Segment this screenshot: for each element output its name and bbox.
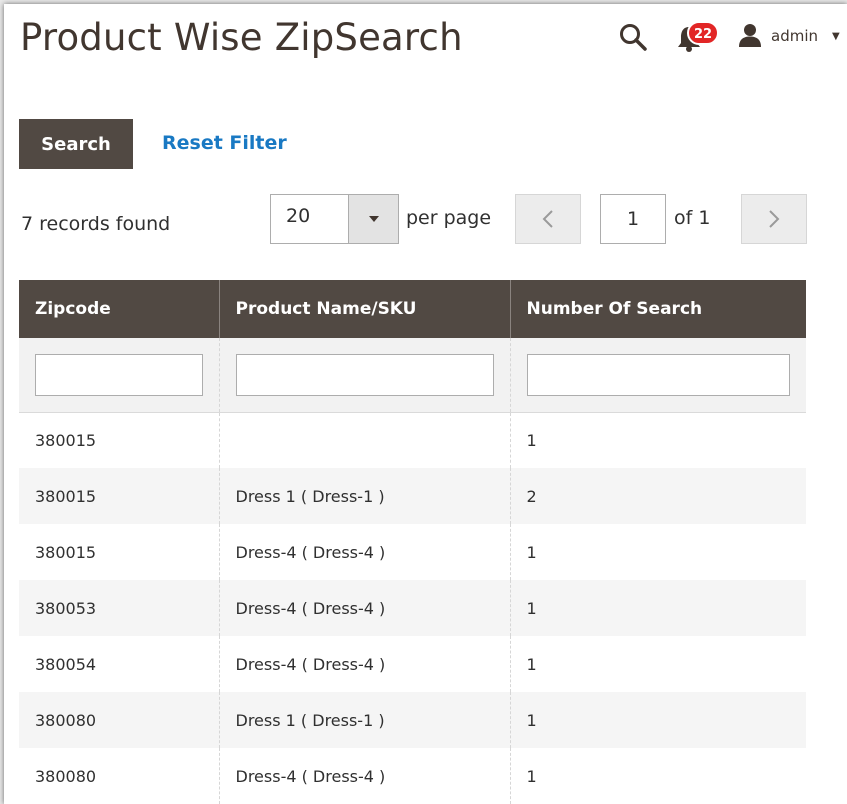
filter-cell-zipcode xyxy=(19,338,219,413)
search-count-cell: 1 xyxy=(509,412,806,468)
page-title: Product Wise ZipSearch xyxy=(20,16,463,59)
page-of-label: of 1 xyxy=(674,207,711,229)
table-row[interactable]: 380015 1 xyxy=(19,412,806,468)
product-cell: Dress-4 ( Dress-4 ) xyxy=(218,636,510,692)
product-cell: Dress-4 ( Dress-4 ) xyxy=(218,524,510,580)
search-count-cell: 1 xyxy=(509,524,806,580)
product-cell: Dress-4 ( Dress-4 ) xyxy=(218,580,510,636)
search-count-cell: 1 xyxy=(509,692,806,748)
chevron-down-icon[interactable]: ▼ xyxy=(832,31,840,42)
records-found: 7 records found xyxy=(21,213,171,235)
search-count-cell: 1 xyxy=(509,748,806,804)
per-page-toggle[interactable] xyxy=(348,195,398,243)
table-row[interactable]: 380054 Dress-4 ( Dress-4 ) 1 xyxy=(19,636,806,692)
notification-badge[interactable]: 22 xyxy=(687,21,720,45)
user-icon[interactable] xyxy=(739,23,761,47)
per-page-label: per page xyxy=(406,207,492,229)
caret-down-icon xyxy=(368,216,379,222)
next-page-button[interactable] xyxy=(741,194,807,244)
filter-cell-number-of-search xyxy=(509,338,806,413)
table-row[interactable]: 380080 Dress-4 ( Dress-4 ) 1 xyxy=(19,748,806,804)
zip-search-grid: Zipcode Product Name/SKU Number Of Searc… xyxy=(19,280,806,804)
search-button[interactable]: Search xyxy=(19,119,133,169)
zipcode-cell: 380053 xyxy=(19,580,219,636)
zipcode-cell: 380080 xyxy=(19,748,219,804)
table-row[interactable]: 380015 Dress 1 ( Dress-1 ) 2 xyxy=(19,468,806,524)
product-cell: Dress 1 ( Dress-1 ) xyxy=(218,468,510,524)
product-cell: Dress-4 ( Dress-4 ) xyxy=(218,748,510,804)
per-page-select[interactable]: 20 xyxy=(270,194,399,244)
search-icon[interactable] xyxy=(618,22,648,52)
zipcode-cell: 380015 xyxy=(19,524,219,580)
column-header-number-of-search[interactable]: Number Of Search xyxy=(509,280,806,338)
chevron-left-icon xyxy=(542,210,553,228)
chevron-right-icon xyxy=(769,210,780,228)
search-count-cell: 2 xyxy=(509,468,806,524)
table-row[interactable]: 380015 Dress-4 ( Dress-4 ) 1 xyxy=(19,524,806,580)
zipcode-cell: 380054 xyxy=(19,636,219,692)
search-count-cell: 1 xyxy=(509,636,806,692)
page-number-input[interactable] xyxy=(600,194,666,244)
filter-cell-product xyxy=(218,338,510,413)
admin-panel: Product Wise ZipSearch 22 admin ▼ Search… xyxy=(4,4,847,804)
admin-user-menu[interactable]: admin xyxy=(771,27,818,45)
zipcode-cell: 380080 xyxy=(19,692,219,748)
number-of-search-filter-input[interactable] xyxy=(526,353,790,396)
product-filter-input[interactable] xyxy=(235,353,494,396)
previous-page-button[interactable] xyxy=(515,194,581,244)
product-cell: Dress 1 ( Dress-1 ) xyxy=(218,692,510,748)
per-page-value: 20 xyxy=(286,205,311,227)
table-row[interactable]: 380053 Dress-4 ( Dress-4 ) 1 xyxy=(19,580,806,636)
filter-row xyxy=(19,338,806,413)
table-row[interactable]: 380080 Dress 1 ( Dress-1 ) 1 xyxy=(19,692,806,748)
zipcode-filter-input[interactable] xyxy=(35,353,203,396)
reset-filter-link[interactable]: Reset Filter xyxy=(162,132,287,154)
grid-header-row: Zipcode Product Name/SKU Number Of Searc… xyxy=(19,280,806,338)
column-header-zipcode[interactable]: Zipcode xyxy=(19,280,219,338)
search-count-cell: 1 xyxy=(509,580,806,636)
product-cell xyxy=(218,412,510,468)
zipcode-cell: 380015 xyxy=(19,468,219,524)
column-header-product[interactable]: Product Name/SKU xyxy=(218,280,510,338)
zipcode-cell: 380015 xyxy=(19,412,219,468)
